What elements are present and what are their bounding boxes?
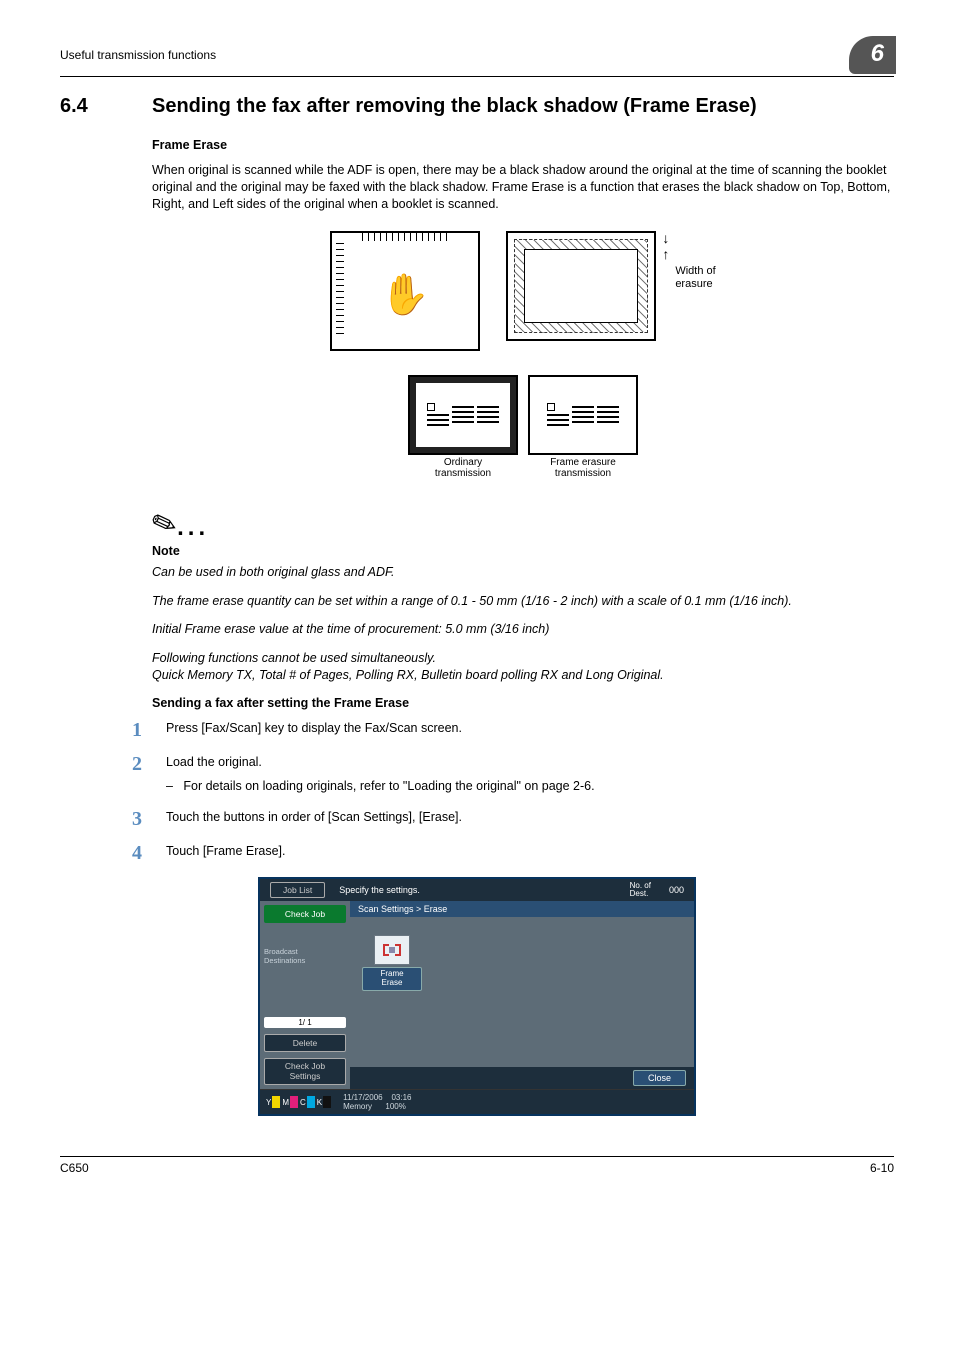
- dest-count: No. of Dest.: [630, 882, 651, 898]
- step-4-text: Touch [Frame Erase].: [166, 843, 894, 863]
- frame-erase-option[interactable]: Frame Erase: [362, 935, 422, 991]
- check-job-settings-button[interactable]: Check Job Settings: [264, 1058, 346, 1085]
- frame-erase-result-illustration: [528, 375, 638, 455]
- note-p1: Can be used in both original glass and A…: [152, 564, 894, 581]
- adf-illustration: ✋: [330, 231, 480, 351]
- ordinary-result-illustration: [408, 375, 518, 455]
- ordinary-caption: Ordinarytransmission: [408, 457, 518, 479]
- step-3: 3 Touch the buttons in order of [Scan Se…: [132, 809, 894, 829]
- note-p2: The frame erase quantity can be set with…: [152, 593, 894, 610]
- scanned-page-illustration: [506, 231, 656, 341]
- step-2-number: 2: [132, 754, 152, 795]
- note-p3: Initial Frame erase value at the time of…: [152, 621, 894, 638]
- footer-model: C650: [60, 1161, 89, 1175]
- erasure-width-label: Width of erasure: [675, 265, 715, 291]
- frame-erase-icon: [374, 935, 410, 965]
- section-heading-text: Sending the fax after removing the black…: [152, 95, 757, 117]
- frame-erase-diagram: ✋ ↓ ↑ Width of erasure: [152, 231, 894, 479]
- frame-erase-caption: Frame erasuretransmission: [528, 457, 638, 479]
- step-4-number: 4: [132, 843, 152, 863]
- top-instruction: Specify the settings.: [335, 883, 619, 897]
- toner-k: K: [317, 1096, 331, 1108]
- frame-erase-intro: When original is scanned while the ADF i…: [152, 162, 894, 213]
- toner-c: C: [300, 1096, 315, 1108]
- job-list-tab[interactable]: Job List: [270, 882, 325, 898]
- check-job-button[interactable]: Check Job: [264, 905, 346, 923]
- toner-y: Y: [266, 1096, 280, 1108]
- step-2-sub: – For details on loading originals, refe…: [166, 778, 894, 796]
- section-title: 6.4Sending the fax after removing the bl…: [60, 95, 894, 118]
- step-4: 4 Touch [Frame Erase].: [132, 843, 894, 863]
- toner-m: M: [282, 1096, 298, 1108]
- step-2: 2 Load the original. – For details on lo…: [132, 754, 894, 795]
- breadcrumb: Scan Settings > Erase: [350, 901, 694, 917]
- frame-erase-heading: Frame Erase: [152, 138, 894, 152]
- hand-icon: ✋: [380, 275, 430, 315]
- touchscreen-figure: Job List Specify the settings. No. of De…: [258, 877, 696, 1116]
- section-number: 6.4: [60, 95, 152, 118]
- note-heading: Note: [152, 544, 894, 558]
- running-header: Useful transmission functions: [60, 48, 216, 62]
- step-3-text: Touch the buttons in order of [Scan Sett…: [166, 809, 894, 829]
- dest-count-value: 000: [669, 885, 684, 895]
- close-button[interactable]: Close: [633, 1070, 686, 1086]
- erasure-width-indicator: ↓ ↑: [662, 231, 669, 261]
- note-p4: Following functions cannot be used simul…: [152, 650, 894, 667]
- frame-erase-option-label: Frame Erase: [362, 967, 422, 991]
- step-3-number: 3: [132, 809, 152, 829]
- footer-page: 6-10: [870, 1161, 894, 1175]
- step-1: 1 Press [Fax/Scan] key to display the Fa…: [132, 720, 894, 740]
- step-1-text: Press [Fax/Scan] key to display the Fax/…: [166, 720, 894, 740]
- delete-button[interactable]: Delete: [264, 1034, 346, 1052]
- chapter-badge: 6: [849, 36, 896, 74]
- note-p5: Quick Memory TX, Total # of Pages, Polli…: [152, 667, 894, 684]
- footer-datetime: 11/17/2006 03:16 Memory 100%: [343, 1093, 411, 1111]
- broadcast-label: Broadcast Destinations: [264, 945, 346, 967]
- procedure-heading: Sending a fax after setting the Frame Er…: [152, 696, 894, 710]
- step-2-text: Load the original.: [166, 755, 262, 769]
- step-1-number: 1: [132, 720, 152, 740]
- page-counter: 1/ 1: [264, 1017, 346, 1028]
